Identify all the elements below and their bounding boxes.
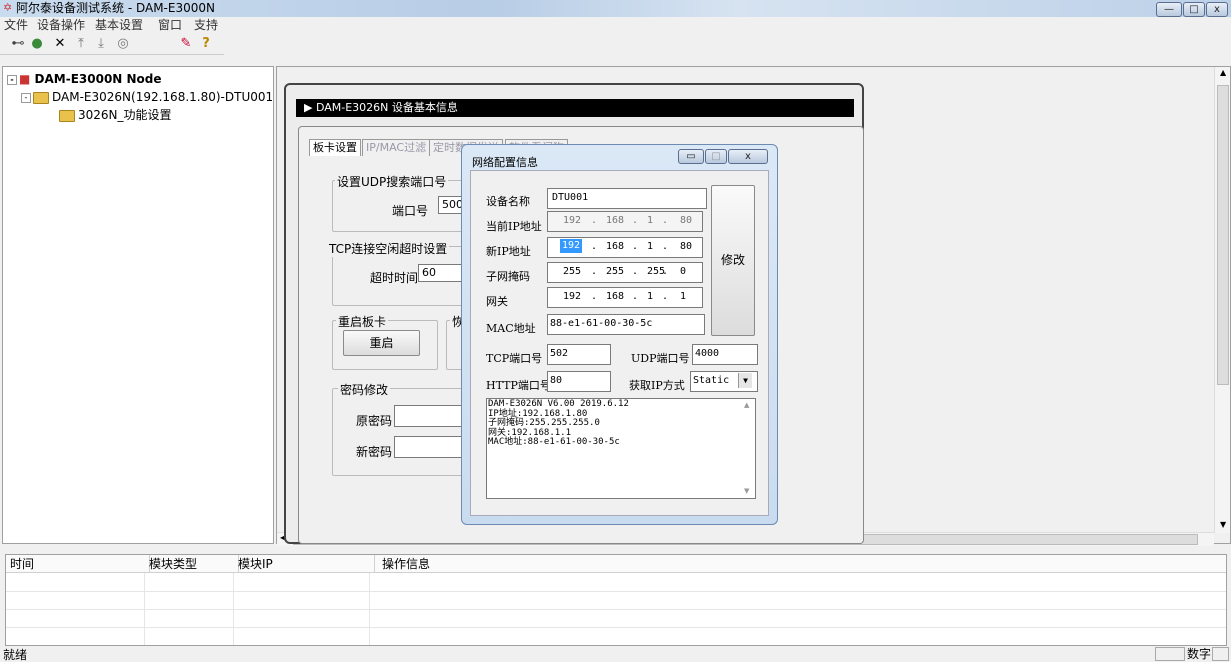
- upload-icon[interactable]: ⤒: [73, 36, 89, 52]
- tools-icon[interactable]: ✎: [178, 36, 194, 52]
- table-row[interactable]: [6, 609, 1226, 628]
- ip-mode-select[interactable]: Static ▼: [690, 371, 758, 392]
- scroll-down-icon[interactable]: ▼: [744, 487, 749, 495]
- subnet-mask-label: 子网掩码: [486, 270, 530, 283]
- tcp-group-label: TCP连接空闲超时设置: [327, 240, 450, 257]
- menu-basic-settings[interactable]: 基本设置: [95, 17, 143, 34]
- window-title: 阿尔泰设备测试系统 - DAM-E3000N: [16, 1, 215, 15]
- dialog-close-button[interactable]: x: [728, 149, 768, 164]
- tab-ip-mac-filter[interactable]: IP/MAC过滤: [362, 139, 431, 156]
- password-group-label: 密码修改: [338, 381, 391, 398]
- connect-icon[interactable]: ⊷: [10, 36, 26, 52]
- menu-bar: 文件 设备操作 基本设置 窗口 支持: [0, 17, 1231, 34]
- table-row[interactable]: [6, 627, 1226, 646]
- current-ip-label: 当前IP地址: [486, 220, 542, 233]
- scroll-thumb[interactable]: [1217, 85, 1229, 385]
- minimize-button[interactable]: —: [1156, 2, 1182, 17]
- num-lock-indicator: 数字: [1187, 647, 1212, 661]
- folder-icon: [33, 91, 49, 104]
- dialog-minimize-button[interactable]: ▭: [678, 149, 704, 164]
- new-ip-label: 新IP地址: [486, 245, 531, 258]
- new-password-label: 新密码: [356, 445, 393, 459]
- collapse-icon[interactable]: -: [7, 74, 17, 85]
- table-row[interactable]: [6, 591, 1226, 610]
- status-text: 就绪: [3, 648, 28, 662]
- collapse-icon[interactable]: -: [21, 92, 31, 103]
- udp-port-input[interactable]: 4000: [692, 344, 758, 365]
- folder-icon: [59, 109, 75, 122]
- device-tree: - ■ DAM-E3000N Node - DAM-E3026N(192.168.1…: [2, 66, 274, 544]
- scroll-up-icon[interactable]: ▲: [744, 401, 749, 409]
- help-icon[interactable]: ?: [198, 36, 214, 52]
- gateway-input[interactable]: 192. 168. 1. 1: [547, 287, 703, 308]
- timeout-label: 超时时间: [370, 271, 419, 285]
- http-port-input[interactable]: 80: [547, 371, 611, 392]
- new-ip-octet-1[interactable]: 192: [560, 239, 583, 253]
- password-group: [332, 388, 472, 476]
- title-bar: ✡ 阿尔泰设备测试系统 - DAM-E3000N — □ x: [0, 0, 1231, 17]
- col-module-ip[interactable]: 模块IP: [234, 555, 375, 573]
- download-icon[interactable]: ⤓: [93, 36, 109, 52]
- log-table: 时间 模块类型 模块IP 操作信息: [5, 554, 1227, 646]
- app-icon: ✡: [3, 1, 13, 14]
- dialog-title: 网络配置信息: [472, 156, 538, 169]
- search-device-icon[interactable]: ●: [29, 36, 45, 52]
- vertical-scrollbar[interactable]: ▲ ▼: [1214, 67, 1230, 533]
- menu-file[interactable]: 文件: [4, 17, 28, 34]
- port-label: 端口号: [392, 204, 429, 218]
- network-icon: ■: [19, 72, 31, 86]
- old-password-input[interactable]: [394, 405, 470, 427]
- info-line: MAC地址:88-e1-61-00-30-5c: [488, 437, 620, 447]
- menu-support[interactable]: 支持: [194, 17, 218, 34]
- subnet-mask-input[interactable]: 255. 255. 255. 0: [547, 262, 703, 283]
- scroll-up-icon[interactable]: ▲: [1220, 68, 1226, 77]
- device-name-label: 设备名称: [486, 195, 530, 208]
- status-pane: [1212, 647, 1229, 661]
- restart-button[interactable]: 重启: [343, 330, 420, 356]
- new-ip-input[interactable]: 192. 168. 1. 80: [547, 237, 703, 258]
- restart-group-label: 重启板卡: [336, 313, 389, 330]
- settings-icon[interactable]: ◎: [115, 36, 131, 52]
- tree-root[interactable]: - ■ DAM-E3000N Node: [7, 71, 162, 87]
- current-ip-field: 192. 168. 1. 80: [547, 211, 703, 232]
- old-password-label: 原密码: [356, 414, 393, 428]
- status-bar: 就绪 数字: [0, 647, 1231, 662]
- col-module-type[interactable]: 模块类型: [145, 555, 239, 573]
- udp-group-label: 设置UDP搜索端口号: [335, 173, 449, 190]
- tree-function-settings[interactable]: 3026N_功能设置: [59, 107, 172, 123]
- gateway-label: 网关: [486, 295, 508, 308]
- menu-window[interactable]: 窗口: [158, 17, 182, 34]
- delete-icon[interactable]: ✕: [52, 36, 68, 52]
- tcp-port-input[interactable]: 502: [547, 344, 611, 365]
- tree-device[interactable]: - DAM-E3026N(192.168.1.80)-DTU001: [21, 89, 273, 105]
- new-password-input[interactable]: [394, 436, 470, 458]
- device-name-input[interactable]: DTU001: [547, 188, 707, 209]
- menu-device-ops[interactable]: 设备操作: [37, 17, 85, 34]
- mac-input[interactable]: 88-e1-61-00-30-5c: [547, 314, 705, 335]
- col-operation-info[interactable]: 操作信息: [370, 555, 1231, 573]
- ip-mode-label: 获取IP方式: [629, 379, 685, 392]
- chevron-down-icon[interactable]: ▼: [738, 373, 752, 388]
- modify-button[interactable]: 修改: [711, 185, 755, 336]
- col-time[interactable]: 时间: [6, 555, 150, 573]
- toolbar: ⊷ ● ✕ ⤒ ⤓ ◎ ✎ ?: [0, 34, 224, 55]
- maximize-button[interactable]: □: [1183, 2, 1205, 17]
- close-button[interactable]: x: [1206, 2, 1228, 17]
- scroll-down-icon[interactable]: ▼: [1220, 520, 1226, 529]
- dialog-maximize-button[interactable]: □: [705, 149, 727, 164]
- udp-port-label: UDP端口号: [631, 352, 690, 365]
- device-info-header: ▶ DAM-E3026N 设备基本信息: [296, 99, 854, 117]
- mac-label: MAC地址: [486, 322, 536, 335]
- tcp-port-label: TCP端口号: [486, 352, 543, 365]
- status-pane: [1155, 647, 1185, 661]
- http-port-label: HTTP端口号: [486, 379, 551, 392]
- device-info-textarea[interactable]: DAM-E3026N V6.00 2019.6.12 IP地址:192.168.…: [486, 398, 756, 499]
- tab-board-settings[interactable]: 板卡设置: [309, 139, 361, 156]
